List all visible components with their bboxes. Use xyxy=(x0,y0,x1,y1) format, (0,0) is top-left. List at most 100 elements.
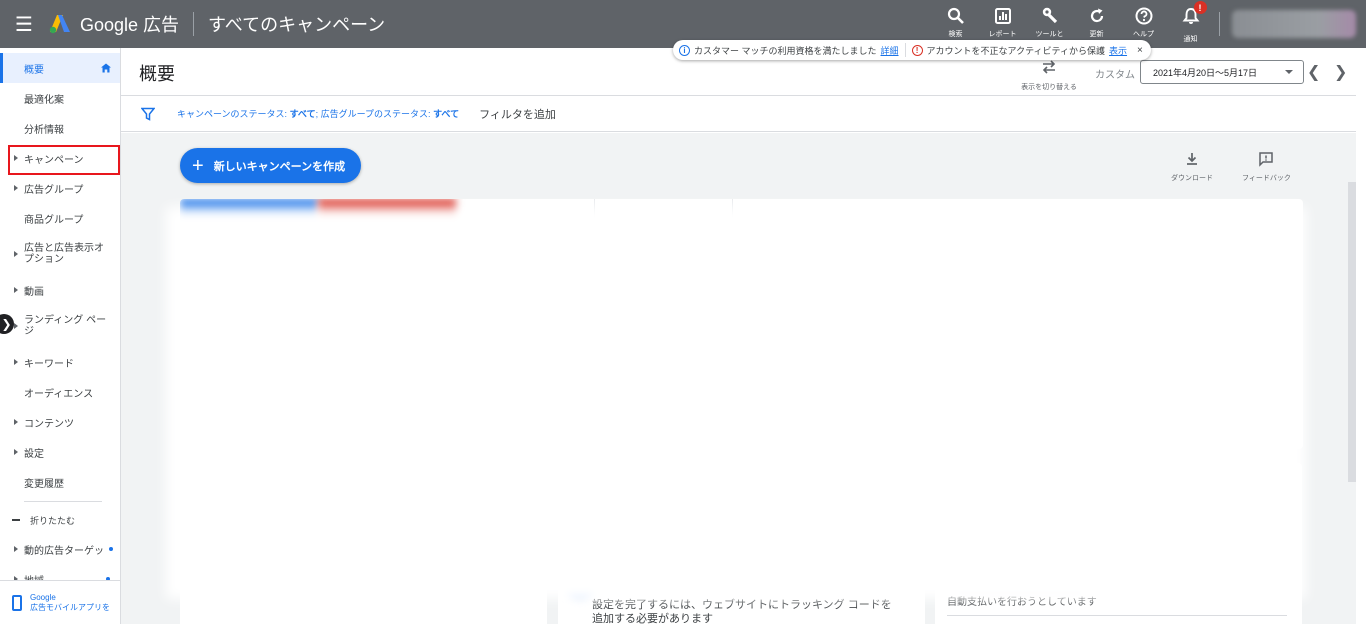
scrollbar[interactable] xyxy=(1348,182,1356,482)
wrench-icon xyxy=(1042,7,1057,24)
sidebar: 概要 最適化案 分析情報 キャンペーン 広告グループ 商品グループ 広告と広告表… xyxy=(0,48,121,624)
sidebar-item-label: 商品グループ xyxy=(24,214,84,226)
notice-divider xyxy=(904,43,906,57)
notification-badge: ! xyxy=(1193,1,1207,14)
search-tool-label: 検索 xyxy=(948,31,963,38)
help-icon xyxy=(1135,7,1152,25)
report-icon xyxy=(994,8,1011,24)
chevron-left-icon[interactable]: ❮ xyxy=(1307,62,1320,82)
campaign-status-value: すべて xyxy=(289,109,316,119)
sidebar-item-label: 設定 xyxy=(24,448,44,460)
warning-icon: ! xyxy=(911,44,923,56)
sidebar-item-ad-groups[interactable]: 広告グループ xyxy=(0,173,120,203)
sidebar-item-landing-pages[interactable]: ランディング ページ xyxy=(0,305,120,347)
sidebar-item-campaigns[interactable]: キャンペーン xyxy=(0,143,120,173)
sidebar-item-label: 分析情報 xyxy=(24,124,64,136)
account-switcher-blurred[interactable] xyxy=(1232,10,1356,38)
tracking-notice-line1: 設定を完了するには、ウェブサイトにトラッキング コードを xyxy=(592,599,892,611)
switch-view-label: 表示を切り替える xyxy=(1021,84,1077,91)
campaign-status-label: キャンペーンのステータス: xyxy=(177,109,290,119)
report-tool-button[interactable]: レポート xyxy=(979,6,1026,44)
sidebar-item-videos[interactable]: 動画 xyxy=(0,275,120,305)
sidebar-item-label: オーディエンス xyxy=(24,388,94,400)
mobile-app-text: Google 広告モバイルアプリを xyxy=(30,593,110,613)
card-divider xyxy=(947,615,1287,616)
plus-icon: + xyxy=(192,154,204,177)
caret-right-icon xyxy=(14,419,18,425)
sidebar-divider xyxy=(24,501,102,502)
collapse-button[interactable]: 折りたたむ xyxy=(0,506,120,534)
swap-icon xyxy=(1042,60,1056,74)
google-ads-logo-icon[interactable] xyxy=(48,12,72,36)
add-filter-button[interactable]: フィルタを追加 xyxy=(479,106,556,122)
caret-right-icon xyxy=(14,449,18,455)
tools-tool-label: ツールと xyxy=(1035,31,1064,38)
download-button[interactable]: ダウンロード xyxy=(1171,151,1213,183)
notification-strip: i カスタマー マッチの利用資格を満たしました 詳細 ! アカウントを不正なアク… xyxy=(673,40,1151,60)
info-icon: i xyxy=(679,44,690,56)
mobile-app-promo[interactable]: Google 広告モバイルアプリを xyxy=(0,580,120,624)
phone-icon xyxy=(12,594,22,611)
caret-right-icon xyxy=(14,185,18,191)
report-tool-label: レポート xyxy=(988,31,1017,38)
sidebar-item-keywords[interactable]: キーワード xyxy=(0,347,120,377)
feedback-label: フィードバック xyxy=(1242,175,1291,182)
refresh-icon xyxy=(1090,8,1103,23)
sidebar-item-settings[interactable]: 設定 xyxy=(0,437,120,467)
date-range-select[interactable]: 2021年4月20日～5月17日 xyxy=(1140,60,1304,84)
sidebar-item-change-history[interactable]: 変更履歴 xyxy=(0,467,120,497)
brand-divider xyxy=(193,12,195,36)
warn-notice-link[interactable]: 表示 xyxy=(1109,44,1127,57)
filter-icon[interactable] xyxy=(141,107,155,121)
sidebar-item-dynamic-targets[interactable]: 動的広告ターゲッ xyxy=(0,534,120,564)
sidebar-item-label: 動画 xyxy=(24,286,44,298)
chevron-right-icon[interactable]: ❯ xyxy=(1334,62,1347,82)
caret-right-icon xyxy=(14,546,18,552)
mobile-app-line1: Google xyxy=(30,592,56,602)
sidebar-item-content[interactable]: コンテンツ xyxy=(0,407,120,437)
sidebar-item-label: 広告と広告表示オプション xyxy=(24,243,104,265)
tracking-notice-line2: 追加する必要があります xyxy=(592,613,713,624)
download-icon xyxy=(1187,153,1197,165)
sidebar-item-label: 概要 xyxy=(24,64,44,76)
filter-chip[interactable]: キャンペーンのステータス: すべて; 広告グループのステータス: すべて xyxy=(177,107,459,120)
switch-view-button[interactable]: 表示を切り替える xyxy=(1017,58,1081,92)
download-label: ダウンロード xyxy=(1171,175,1213,182)
date-custom-label: カスタム xyxy=(1095,70,1135,81)
new-dot xyxy=(109,547,113,551)
help-tool-button[interactable]: ヘルプ xyxy=(1120,6,1167,44)
sidebar-item-label: コンテンツ xyxy=(24,418,74,430)
collapse-label: 折りたたむ xyxy=(30,515,76,526)
notifications-tool-label: 通知 xyxy=(1183,36,1198,43)
menu-icon[interactable]: ☰ xyxy=(0,0,48,48)
new-campaign-label: 新しいキャンペーンを作成 xyxy=(213,160,346,173)
caret-right-icon xyxy=(14,251,18,257)
mobile-app-line2: 広告モバイルアプリを xyxy=(30,602,110,612)
info-notice-link[interactable]: 詳細 xyxy=(881,44,899,57)
sidebar-item-recommendations[interactable]: 最適化案 xyxy=(0,83,120,113)
feedback-button[interactable]: フィードバック xyxy=(1242,151,1291,183)
tools-tool-button[interactable]: ツールと xyxy=(1026,6,1073,44)
sidebar-item-audiences[interactable]: オーディエンス xyxy=(0,377,120,407)
notifications-tool-button[interactable]: ! 通知 xyxy=(1167,1,1214,44)
search-tool-button[interactable]: 検索 xyxy=(932,6,979,44)
close-icon[interactable]: × xyxy=(1137,45,1143,56)
adgroup-status-value: すべて xyxy=(433,109,460,119)
date-range-value: 2021年4月20日～5月17日 xyxy=(1153,67,1258,78)
refresh-tool-button[interactable]: 更新 xyxy=(1073,6,1120,44)
dropdown-arrow-icon xyxy=(1285,70,1293,74)
sidebar-item-ads-extensions[interactable]: 広告と広告表示オプション xyxy=(0,233,120,275)
adgroup-status-label: 広告グループのステータス: xyxy=(320,109,434,119)
minus-icon xyxy=(12,519,20,521)
bell-wrapper: ! xyxy=(1181,1,1207,31)
sidebar-item-label: キャンペーン xyxy=(24,154,84,166)
sidebar-item-insights[interactable]: 分析情報 xyxy=(0,113,120,143)
sidebar-item-overview[interactable]: 概要 xyxy=(0,53,120,83)
sidebar-item-product-groups[interactable]: 商品グループ xyxy=(0,203,120,233)
feedback-icon xyxy=(1259,152,1274,167)
caret-right-icon xyxy=(14,155,18,161)
sidebar-item-label: 最適化案 xyxy=(24,94,64,106)
filter-bar: キャンペーンのステータス: すべて; 広告グループのステータス: すべて フィル… xyxy=(121,96,1356,132)
info-notice-text: カスタマー マッチの利用資格を満たしました xyxy=(694,45,877,56)
new-campaign-button[interactable]: + 新しいキャンペーンを作成 xyxy=(180,148,361,183)
